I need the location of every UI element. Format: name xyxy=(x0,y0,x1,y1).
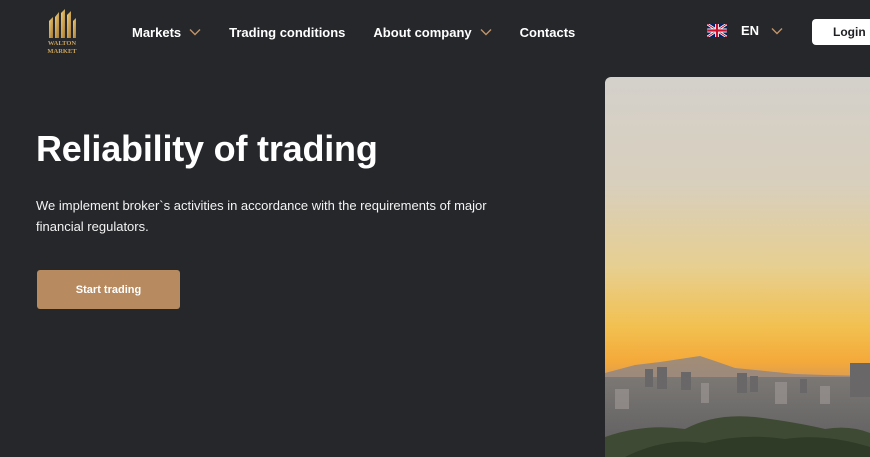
start-trading-button[interactable]: Start trading xyxy=(37,270,180,309)
language-selector[interactable]: EN xyxy=(707,23,783,38)
nav-item-trading-conditions[interactable]: Trading conditions xyxy=(229,25,345,40)
hero-image xyxy=(605,77,870,457)
uk-flag-icon xyxy=(707,24,727,37)
brand-logo[interactable]: WALTON MARKET xyxy=(44,9,80,57)
logo-line-1: WALTON xyxy=(47,40,77,47)
logo-wordmark: WALTON MARKET xyxy=(44,40,80,56)
chevron-down-icon xyxy=(189,29,201,36)
login-button[interactable]: Login xyxy=(812,19,870,45)
nav-item-contacts[interactable]: Contacts xyxy=(520,25,576,40)
hero-description: We implement broker`s activities in acco… xyxy=(36,198,487,234)
logo-line-2: MARKET xyxy=(47,48,77,55)
chevron-down-icon xyxy=(480,29,492,36)
city-skyline-sunset-photo xyxy=(605,77,870,457)
nav-label-trading-conditions: Trading conditions xyxy=(229,24,346,40)
chevron-down-icon xyxy=(771,27,783,34)
nav-item-markets[interactable]: Markets xyxy=(132,25,201,40)
nav-item-about-company[interactable]: About company xyxy=(373,24,492,40)
main-nav: Markets Trading conditions About company… xyxy=(132,23,603,41)
nav-label-contacts: Contacts xyxy=(519,24,576,40)
language-code: EN xyxy=(741,23,760,38)
hero-title: Reliability of trading xyxy=(36,128,378,169)
walton-market-logo-icon xyxy=(49,9,76,38)
nav-label-about-company: About company xyxy=(373,24,472,40)
nav-label-markets: Markets xyxy=(132,24,182,40)
